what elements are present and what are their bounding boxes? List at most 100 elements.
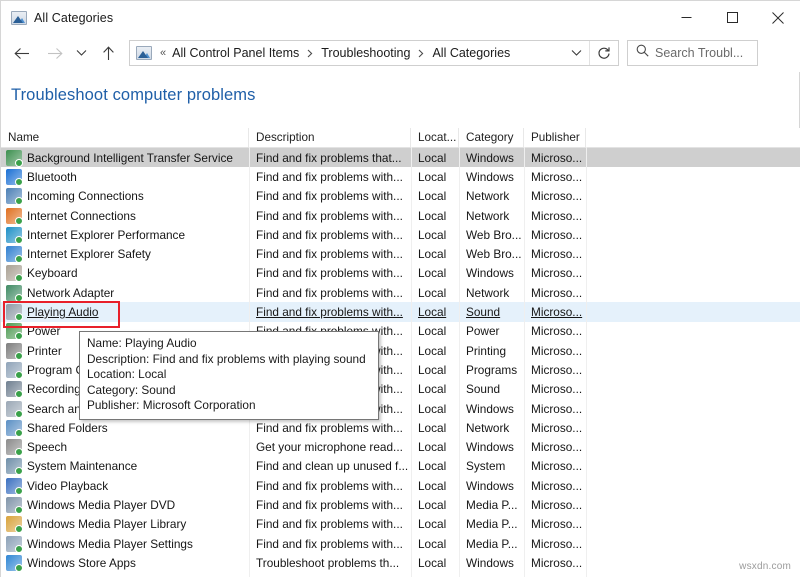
minimize-button[interactable]	[663, 1, 709, 34]
cell-publisher-label: Microso...	[531, 305, 582, 319]
cell-name[interactable]: Playing Audio	[1, 302, 249, 321]
cell-name-label: Windows Media Player Library	[27, 517, 186, 531]
table-row[interactable]: Windows Media Player DVD Find and fix pro…	[1, 495, 800, 514]
column-header-description[interactable]: Description	[249, 128, 411, 147]
cell-publisher: Microso...	[524, 380, 586, 399]
cell-name[interactable]: Network Adapter	[1, 283, 249, 302]
cell-location: Local	[411, 380, 459, 399]
refresh-icon[interactable]	[589, 41, 618, 65]
cell-name[interactable]: Windows Media Player DVD	[1, 495, 249, 514]
cell-publisher: Microso...	[524, 283, 586, 302]
table-row[interactable]: Incoming ConnectionsFind and fix problem…	[1, 187, 800, 206]
cell-publisher-label: Microso...	[531, 479, 582, 493]
table-row[interactable]: Windows Store AppsTroubleshoot problems …	[1, 553, 800, 572]
column-header-category[interactable]: Category	[459, 128, 524, 147]
cell-category: Power	[459, 322, 524, 341]
cell-location: Local	[411, 437, 459, 456]
cell-name[interactable]: Internet Connections	[1, 206, 249, 225]
cell-name[interactable]: Windows Media Player Settings	[1, 534, 249, 553]
title-bar: All Categories	[1, 1, 800, 34]
table-row[interactable]: System MaintenanceFind and clean up unus…	[1, 457, 800, 476]
cell-description-label: Find and fix problems with...	[256, 421, 403, 435]
cell-category: Windows	[459, 437, 524, 456]
cell-category-label: Web Bro...	[466, 247, 522, 261]
column-header-publisher[interactable]: Publisher	[524, 128, 586, 147]
table-row[interactable]: Network AdapterFind and fix problems wit…	[1, 283, 800, 302]
column-header-location[interactable]: Locat...	[411, 128, 459, 147]
search-input-placeholder[interactable]: Search Troubl...	[655, 46, 743, 60]
cell-location-label: Local	[418, 421, 446, 435]
cell-name[interactable]: Speech	[1, 437, 249, 456]
cell-name[interactable]: Internet Explorer Performance	[1, 225, 249, 244]
breadcrumb-chevron-icon-1[interactable]	[301, 49, 319, 58]
column-header-name[interactable]: Name	[1, 128, 249, 147]
table-row[interactable]: Internet Explorer SafetyFind and fix pro…	[1, 244, 800, 263]
table-row[interactable]: Shared Folders Find and fix problems with…	[1, 418, 800, 437]
address-bar[interactable]: « All Control Panel Items Troubleshootin…	[129, 40, 619, 66]
cell-name[interactable]: Internet Explorer Safety	[1, 244, 249, 263]
cell-description: Get your microphone read...	[249, 437, 411, 456]
table-row[interactable]: KeyboardFind and fix problems with...Loc…	[1, 264, 800, 283]
cell-location-label: Local	[418, 305, 446, 319]
table-row[interactable]: Speech Get your microphone read... LocalWi…	[1, 437, 800, 456]
table-row[interactable]: Internet ConnectionsFind and fix problem…	[1, 206, 800, 225]
table-row[interactable]: Windows Media Player LibraryFind and fix…	[1, 515, 800, 534]
cell-location-label: Local	[418, 189, 446, 203]
table-row[interactable]: Background Intelligent Transfer ServiceF…	[1, 148, 800, 167]
cell-publisher-label: Microso...	[531, 209, 582, 223]
cell-name-label: Windows Media Player DVD	[27, 498, 175, 512]
table-row[interactable]: Video PlaybackFind and fix problems with…	[1, 476, 800, 495]
maximize-button[interactable]	[709, 1, 755, 34]
cell-publisher: Microso...	[524, 148, 586, 167]
cell-publisher-label: Microso...	[531, 440, 582, 454]
cell-description: Find and fix problems with...	[249, 495, 411, 514]
troubleshooter-icon	[6, 208, 22, 224]
cell-description: Find and fix problems with...	[249, 283, 411, 302]
back-arrow-icon[interactable]	[9, 39, 35, 67]
up-arrow-icon[interactable]	[95, 39, 121, 67]
table-row[interactable]: BluetoothFind and fix problems with...Lo…	[1, 167, 800, 186]
cell-name[interactable]: Windows Store Apps	[1, 553, 249, 572]
table-row[interactable]: Internet Explorer PerformanceFind and fi…	[1, 225, 800, 244]
cell-location: Local	[411, 322, 459, 341]
breadcrumb-item-all-categories[interactable]: All Categories	[430, 46, 512, 60]
cell-location: Local	[411, 167, 459, 186]
close-button[interactable]	[755, 1, 800, 34]
cell-description-label: Get your microphone read...	[256, 440, 403, 454]
cell-name[interactable]: Shared Folders	[1, 418, 249, 437]
cell-name[interactable]: Video Playback	[1, 476, 249, 495]
tooltip-line-0: Name: Playing Audio	[87, 336, 371, 352]
cell-publisher-label: Microso...	[531, 247, 582, 261]
cell-location-label: Local	[418, 402, 446, 416]
troubleshooter-icon	[6, 439, 22, 455]
cell-name[interactable]: Keyboard	[1, 264, 249, 283]
cell-name[interactable]: Background Intelligent Transfer Service	[1, 148, 249, 167]
breadcrumb-overflow-indicator[interactable]: «	[156, 47, 170, 59]
cell-location-label: Local	[418, 266, 446, 280]
cell-location: Local	[411, 341, 459, 360]
cell-publisher: Microso...	[524, 225, 586, 244]
cell-name-label: Video Playback	[27, 479, 108, 493]
cell-name[interactable]: System Maintenance	[1, 457, 249, 476]
address-dropdown-chevron-down-icon[interactable]	[563, 41, 589, 65]
table-row[interactable]: Windows Media Player SettingsFind and fi…	[1, 534, 800, 553]
cell-location-label: Local	[418, 228, 446, 242]
breadcrumb-item-all-control-panel-items[interactable]: All Control Panel Items	[170, 46, 301, 60]
cell-description: Find and fix problems with...	[249, 206, 411, 225]
cell-location: Local	[411, 418, 459, 437]
cell-publisher-label: Microso...	[531, 382, 582, 396]
forward-arrow-icon[interactable]	[41, 39, 67, 67]
cell-name[interactable]: Windows Media Player Library	[1, 515, 249, 534]
cell-location: Local	[411, 457, 459, 476]
breadcrumb-chevron-icon-2[interactable]	[412, 49, 430, 58]
cell-name[interactable]: Bluetooth	[1, 167, 249, 186]
breadcrumb-item-troubleshooting[interactable]: Troubleshooting	[319, 46, 412, 60]
troubleshooter-icon	[6, 420, 22, 436]
cell-location: Local	[411, 399, 459, 418]
cell-category-label: Media P...	[466, 537, 518, 551]
cell-location-label: Local	[418, 459, 446, 473]
cell-name[interactable]: Incoming Connections	[1, 187, 249, 206]
table-row[interactable]: Playing AudioFind and fix problems with.…	[1, 302, 800, 321]
search-box[interactable]: Search Troubl...	[627, 40, 758, 66]
recent-locations-chevron-down-icon[interactable]	[71, 39, 91, 67]
